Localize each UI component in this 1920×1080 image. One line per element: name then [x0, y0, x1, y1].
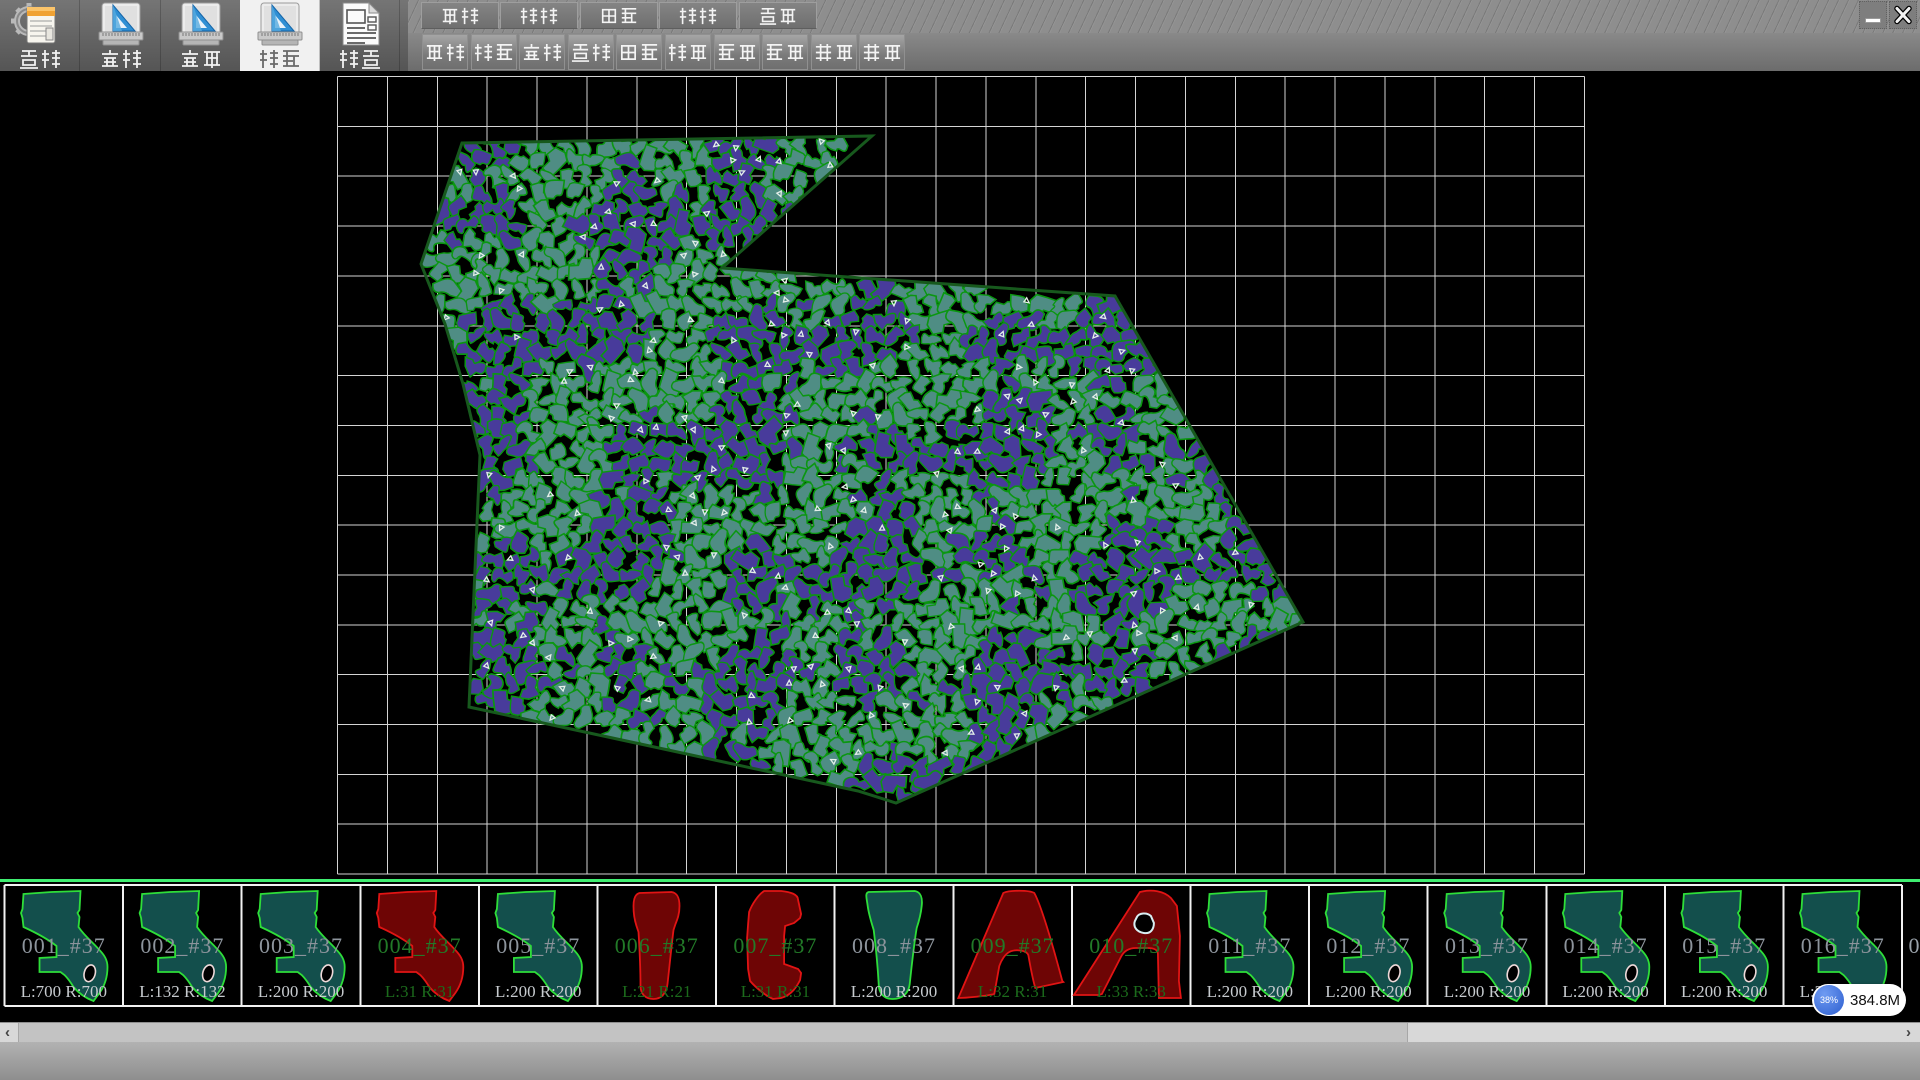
- svg-text:012_#37: 012_#37: [1326, 933, 1410, 958]
- svg-text:016_#37: 016_#37: [1801, 933, 1885, 958]
- svg-text:L:200 R:200: L:200 R:200: [1444, 982, 1530, 1001]
- svg-text:0: 0: [1909, 933, 1920, 958]
- svg-text:L:21 R:21: L:21 R:21: [622, 982, 691, 1001]
- svg-text:L:700 R:700: L:700 R:700: [21, 982, 107, 1001]
- svg-text:L:132 R:132: L:132 R:132: [139, 982, 225, 1001]
- svg-text:007_#37: 007_#37: [733, 933, 817, 958]
- svg-text:L:200 R:200: L:200 R:200: [1562, 982, 1648, 1001]
- svg-text:L:200 R:200: L:200 R:200: [1681, 982, 1767, 1001]
- svg-text:004_#37: 004_#37: [378, 933, 462, 958]
- svg-text:015_#37: 015_#37: [1682, 933, 1766, 958]
- svg-text:L:200 R:200: L:200 R:200: [851, 982, 937, 1001]
- svg-text:L:32 R:31: L:32 R:31: [978, 982, 1047, 1001]
- svg-text:001_#37: 001_#37: [22, 933, 106, 958]
- svg-text:008_#37: 008_#37: [852, 933, 936, 958]
- svg-text:003_#37: 003_#37: [259, 933, 343, 958]
- svg-text:L:200 R:200: L:200 R:200: [1207, 982, 1293, 1001]
- svg-text:011_#37: 011_#37: [1208, 933, 1291, 958]
- svg-text:L:200 R:200: L:200 R:200: [495, 982, 581, 1001]
- svg-text:006_#37: 006_#37: [615, 933, 699, 958]
- svg-text:L:200 R:200: L:200 R:200: [1325, 982, 1411, 1001]
- svg-text:L:200 R:200: L:200 R:200: [258, 982, 344, 1001]
- svg-text:002_#37: 002_#37: [140, 933, 224, 958]
- svg-text:005_#37: 005_#37: [496, 933, 580, 958]
- svg-text:009_#37: 009_#37: [971, 933, 1055, 958]
- svg-text:L:31 R:31: L:31 R:31: [741, 982, 810, 1001]
- svg-text:L:31 R:31: L:31 R:31: [385, 982, 454, 1001]
- svg-text:L:33 R:33: L:33 R:33: [1096, 982, 1165, 1001]
- svg-text:010_#37: 010_#37: [1089, 933, 1173, 958]
- svg-text:014_#37: 014_#37: [1564, 933, 1648, 958]
- svg-text:013_#37: 013_#37: [1445, 933, 1529, 958]
